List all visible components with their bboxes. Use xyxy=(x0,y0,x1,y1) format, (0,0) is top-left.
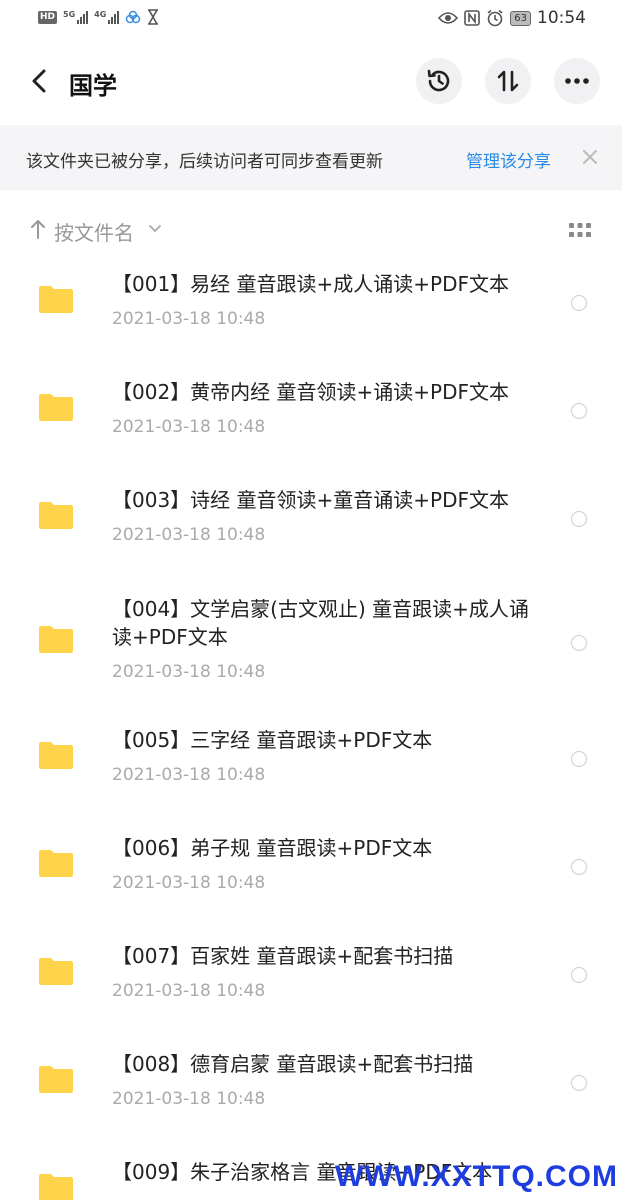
file-date: 2021-03-18 10:48 xyxy=(112,525,266,545)
file-name[interactable]: 【007】百家姓 童音跟读+配套书扫描 xyxy=(112,942,542,970)
file-name[interactable]: 【002】黄帝内经 童音领读+诵读+PDF文本 xyxy=(112,378,542,406)
folder-icon xyxy=(39,958,73,985)
select-radio[interactable] xyxy=(571,859,587,875)
folder-icon xyxy=(39,742,73,769)
folder-icon xyxy=(39,850,73,877)
file-name[interactable]: 【008】德育启蒙 童音跟读+配套书扫描 xyxy=(112,1050,542,1078)
file-row[interactable]: 【003】诗经 童音领读+童音诵读+PDF文本 2021-03-18 10:48 xyxy=(0,478,622,578)
file-name[interactable]: 【006】弟子规 童音跟读+PDF文本 xyxy=(112,834,542,862)
file-date: 2021-03-18 10:48 xyxy=(112,662,266,682)
file-date: 2021-03-18 10:48 xyxy=(112,981,266,1001)
file-date: 2021-03-18 10:48 xyxy=(112,765,266,785)
watermark: WWW.XXTTQ.COM xyxy=(335,1160,618,1193)
file-name[interactable]: 【004】文学启蒙(古文观止) 童音跟读+成人诵读+PDF文本 xyxy=(112,595,532,651)
file-date: 2021-03-18 10:48 xyxy=(112,1089,266,1109)
file-row[interactable]: 【007】百家姓 童音跟读+配套书扫描 2021-03-18 10:48 xyxy=(0,934,622,1034)
select-radio[interactable] xyxy=(571,511,587,527)
select-radio[interactable] xyxy=(571,751,587,767)
file-date: 2021-03-18 10:48 xyxy=(112,309,266,329)
file-row[interactable]: 【005】三字经 童音跟读+PDF文本 2021-03-18 10:48 xyxy=(0,718,622,818)
file-date: 2021-03-18 10:48 xyxy=(112,417,266,437)
file-row[interactable]: 【002】黄帝内经 童音领读+诵读+PDF文本 2021-03-18 10:48 xyxy=(0,370,622,470)
file-row[interactable]: 【004】文学启蒙(古文观止) 童音跟读+成人诵读+PDF文本 2021-03-… xyxy=(0,587,622,705)
file-list: 【001】易经 童音跟读+成人诵读+PDF文本 2021-03-18 10:48… xyxy=(0,0,622,1200)
folder-icon xyxy=(39,1174,73,1200)
file-row[interactable]: 【006】弟子规 童音跟读+PDF文本 2021-03-18 10:48 xyxy=(0,826,622,926)
file-row[interactable]: 【001】易经 童音跟读+成人诵读+PDF文本 2021-03-18 10:48 xyxy=(0,262,622,362)
folder-icon xyxy=(39,394,73,421)
folder-icon xyxy=(39,286,73,313)
file-date: 2021-03-18 10:48 xyxy=(112,873,266,893)
folder-icon xyxy=(39,502,73,529)
file-row[interactable]: 【008】德育启蒙 童音跟读+配套书扫描 2021-03-18 10:48 xyxy=(0,1042,622,1142)
folder-icon xyxy=(39,626,73,653)
select-radio[interactable] xyxy=(571,403,587,419)
file-name[interactable]: 【003】诗经 童音领读+童音诵读+PDF文本 xyxy=(112,486,542,514)
select-radio[interactable] xyxy=(571,635,587,651)
file-name[interactable]: 【005】三字经 童音跟读+PDF文本 xyxy=(112,726,542,754)
file-name[interactable]: 【001】易经 童音跟读+成人诵读+PDF文本 xyxy=(112,270,542,298)
folder-icon xyxy=(39,1066,73,1093)
select-radio[interactable] xyxy=(571,967,587,983)
select-radio[interactable] xyxy=(571,1075,587,1091)
select-radio[interactable] xyxy=(571,295,587,311)
